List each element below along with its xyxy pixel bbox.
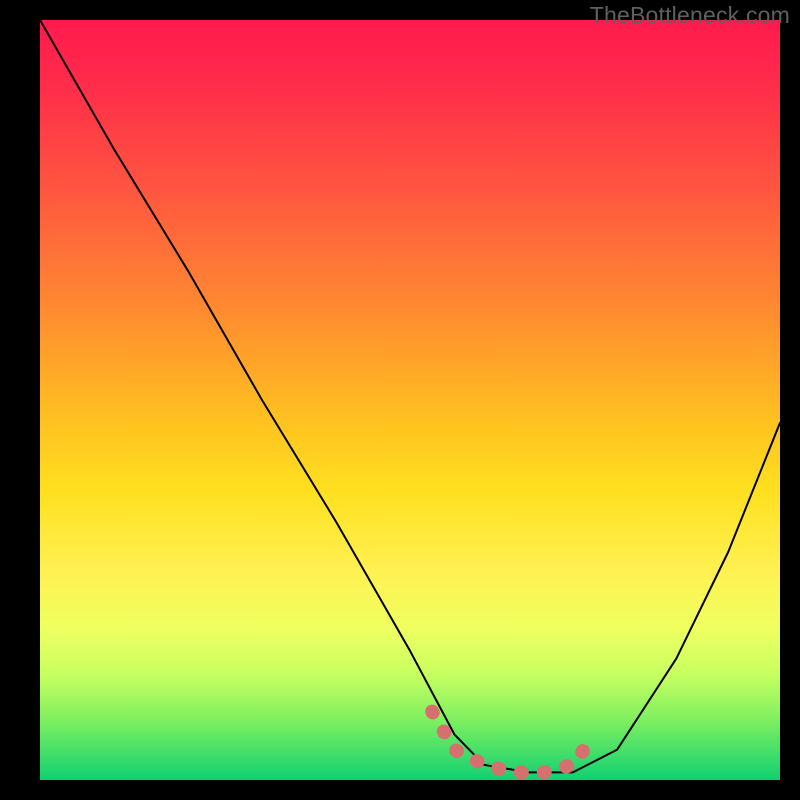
plot-area — [40, 20, 780, 780]
flat-trough-highlight — [432, 712, 595, 773]
bottleneck-curve — [40, 20, 780, 772]
chart-svg — [40, 20, 780, 780]
watermark-text: TheBottleneck.com — [590, 2, 790, 29]
chart-frame: TheBottleneck.com — [0, 0, 800, 800]
